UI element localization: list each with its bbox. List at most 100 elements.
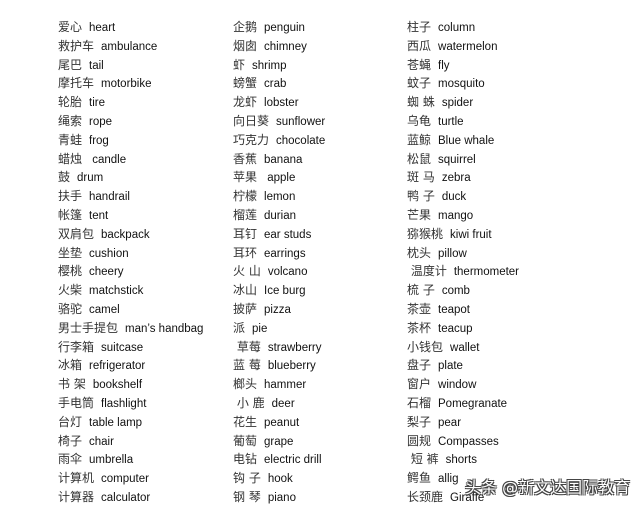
english-word: apple (264, 172, 296, 185)
vocab-entry: 帐篷 tent (58, 206, 203, 225)
chinese-word: 企鹅 (233, 20, 258, 34)
vocab-entry: 茶杯 teacup (407, 319, 519, 338)
vocab-entry: 骆驼 camel (58, 300, 203, 319)
vocab-entry: 坐垫 cushion (58, 244, 203, 263)
chinese-word: 钢 琴 (233, 489, 261, 504)
english-word: deer (271, 397, 295, 410)
english-word: blueberry (267, 360, 316, 373)
english-word: window (438, 379, 477, 392)
vocab-entry: 榴莲 durian (233, 206, 325, 225)
english-word: grape (264, 435, 294, 448)
vocab-entry: 企鹅 penguin (233, 18, 325, 37)
vocab-entry: 鼓 drum (58, 168, 203, 187)
english-word: cushion (89, 247, 129, 260)
vocab-entry: 救护车 ambulance (58, 37, 203, 56)
vocab-entry: 钢 琴 piano (233, 488, 325, 507)
english-word: motorbike (101, 78, 152, 91)
chinese-word: 雨伞 (58, 452, 83, 467)
english-word: pear (438, 416, 462, 429)
chinese-word: 火柴 (58, 283, 83, 298)
english-word: chimney (264, 40, 307, 53)
chinese-word: 救护车 (58, 38, 95, 53)
english-word: wallet (450, 341, 480, 354)
vocab-entry: 草莓 strawberry (233, 338, 325, 357)
english-word: column (438, 22, 476, 34)
english-word: frog (89, 134, 109, 147)
vocab-column-1: 爱心 heart 救护车 ambulance 尾巴 tail 摩托车 motorbike 轮胎 t… (58, 18, 203, 507)
english-word: drum (77, 172, 104, 185)
english-word: calculator (101, 491, 151, 504)
chinese-word: 尾巴 (58, 57, 83, 72)
english-word: comb (441, 285, 470, 298)
vocab-entry: 男士手提包 man’s handbag (58, 319, 203, 338)
vocab-entry: 向日葵 sunflower (233, 112, 325, 131)
vocab-entry: 猕猴桃 kiwi fruit (407, 225, 519, 244)
vocab-entry: 行李箱 suitcase (58, 338, 203, 357)
vocab-entry: 耳钉 ear studs (233, 225, 325, 244)
chinese-word: 榴莲 (233, 207, 258, 222)
vocab-entry: 榔头 hammer (233, 375, 325, 394)
english-word: shrimp (252, 59, 287, 72)
vocab-entry: 台灯 table lamp (58, 413, 203, 432)
chinese-word: 香蕉 (233, 151, 258, 166)
vocab-entry: 披萨 pizza (233, 300, 325, 319)
chinese-word: 冰山 (233, 283, 258, 298)
chinese-word: 手电筒 (58, 395, 95, 410)
vocab-entry: 钩 子 hook (233, 469, 325, 488)
vocab-column-2: 企鹅 penguin 烟囱 chimney 虾 shrimp 螃蟹 crab 龙虾 lobster… (233, 18, 325, 507)
vocab-entry: 柠檬 lemon (233, 187, 325, 206)
english-word: handrail (89, 191, 130, 204)
english-word: turtle (438, 115, 464, 128)
vocab-entry: 梳 子 comb (407, 281, 519, 300)
vocab-entry: 圆规 Compasses (407, 432, 519, 451)
chinese-word: 草莓 (233, 339, 261, 354)
vocab-entry: 茶壶 teapot (407, 300, 519, 319)
english-word: crab (264, 78, 287, 91)
chinese-word: 摩托车 (58, 76, 95, 91)
vocab-entry: 香蕉 banana (233, 150, 325, 169)
vocab-entry: 苹果 apple (233, 168, 325, 187)
english-word: chocolate (276, 134, 326, 147)
english-word: watermelon (438, 40, 498, 53)
chinese-word: 石榴 (407, 395, 432, 410)
chinese-word: 烟囱 (233, 38, 258, 53)
vocab-entry: 石榴 Pomegranate (407, 394, 519, 413)
english-word: suitcase (101, 341, 144, 354)
vocab-entry: 温度计 thermometer (407, 262, 519, 281)
vocab-entry: 斑 马 zebra (407, 168, 519, 187)
chinese-word: 柱子 (407, 20, 432, 34)
vocab-entry: 摩托车 motorbike (58, 74, 203, 93)
english-word: hammer (264, 379, 307, 392)
english-word: duck (441, 191, 467, 204)
chinese-word: 耳环 (233, 245, 258, 260)
chinese-word: 梳 子 (407, 283, 435, 298)
english-word: refrigerator (89, 360, 146, 373)
english-word: Ice burg (264, 285, 306, 298)
chinese-word: 派 (233, 320, 246, 335)
vocab-entry: 巧克力 chocolate (233, 131, 325, 150)
chinese-word: 龙虾 (233, 95, 258, 110)
vocab-entry: 鸭 子 duck (407, 187, 519, 206)
chinese-word: 蓝 莓 (233, 358, 261, 373)
chinese-word: 耳钉 (233, 226, 258, 241)
vocab-entry: 小钱包 wallet (407, 338, 519, 357)
vocab-entry: 花生 peanut (233, 413, 325, 432)
english-word: candle (89, 153, 127, 166)
english-word: backpack (101, 228, 150, 241)
vocab-entry: 蜡烛 candle (58, 150, 203, 169)
vocab-entry: 雨伞 umbrella (58, 450, 203, 469)
chinese-word: 苹果 (233, 170, 258, 185)
english-word: electric drill (264, 454, 322, 467)
chinese-word: 向日葵 (233, 113, 270, 128)
watermark: 头条 @新文达国际教育 (465, 478, 631, 497)
vocab-entry: 派 pie (233, 319, 325, 338)
english-word: pie (252, 322, 268, 335)
english-word: kiwi fruit (450, 228, 492, 241)
vocab-entry: 轮胎 tire (58, 93, 203, 112)
vocab-entry: 蓝 莓 blueberry (233, 356, 325, 375)
vocab-entry: 椅子 chair (58, 432, 203, 451)
chinese-word: 鳄鱼 (407, 471, 432, 486)
vocab-entry: 虾 shrimp (233, 56, 325, 75)
english-word: zebra (441, 172, 471, 185)
chinese-word: 披萨 (233, 301, 258, 316)
